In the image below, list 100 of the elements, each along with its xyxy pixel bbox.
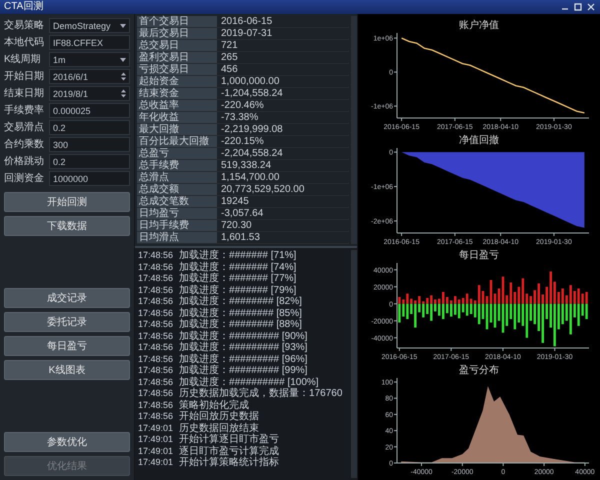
log-message: 加载进度：########## [100%] bbox=[179, 376, 319, 388]
field-label: 本地代码 bbox=[4, 36, 45, 49]
row-header: 总成交额 bbox=[137, 184, 217, 195]
table-cell-text: 456 bbox=[220, 64, 239, 75]
row-header: 总收益率 bbox=[137, 100, 217, 111]
dropdown[interactable]: 1m bbox=[49, 52, 130, 67]
row-header: 总成交笔数 bbox=[137, 196, 217, 207]
log-message: 加载进度：####### [71%] bbox=[179, 250, 296, 262]
log-message: 策略初始化完成 bbox=[179, 400, 250, 410]
scrollbar[interactable] bbox=[351, 250, 357, 478]
chart-title: 每日盈亏 bbox=[459, 250, 499, 261]
row-header: 总手续费 bbox=[137, 160, 217, 171]
log-time: 17:48:56 bbox=[138, 250, 174, 262]
log-time: 17:48:56 bbox=[138, 365, 174, 376]
log-message: 开始回放历史数据 bbox=[179, 411, 260, 422]
table-cell-text: -2,219,999.08 bbox=[220, 124, 284, 135]
log-time: 17:48:56 bbox=[138, 308, 174, 319]
log-time: 17:48:56 bbox=[138, 284, 174, 296]
window-title: CTA回测 bbox=[4, 1, 44, 13]
input-field[interactable]: 0.000025 bbox=[49, 103, 130, 118]
log-time: 17:48:56 bbox=[138, 273, 174, 284]
input-field[interactable]: 0.2 bbox=[49, 154, 130, 169]
table-cell-text: -2,204,558.24 bbox=[220, 148, 284, 159]
log-time: 17:48:56 bbox=[138, 296, 174, 308]
action-button[interactable]: 下载数据 bbox=[4, 216, 130, 236]
input-field[interactable]: 0.2 bbox=[49, 120, 130, 135]
log-message: 加载进度：######### [93%] bbox=[179, 342, 308, 354]
log-message: 加载进度：####### [79%] bbox=[179, 284, 296, 296]
table-cell-text: 2016-06-15 bbox=[220, 16, 274, 27]
log-message: 加载进度：######### [99%] bbox=[179, 365, 308, 376]
row-header: 总滑点 bbox=[137, 172, 217, 183]
log-time: 17:49:01 bbox=[138, 457, 174, 468]
action-button[interactable]: K线图表 bbox=[4, 360, 130, 380]
caret-icon bbox=[120, 24, 126, 28]
table-cell-text: -220.46% bbox=[220, 100, 265, 111]
row-header: 总盈亏 bbox=[137, 148, 217, 159]
date-field[interactable]: 2016/6/1 bbox=[49, 69, 130, 84]
log-message: 加载进度：####### [74%] bbox=[179, 262, 296, 272]
table-cell-text: 1,154,700.00 bbox=[220, 172, 280, 183]
log-time: 17:48:56 bbox=[138, 330, 174, 342]
log-message: 历史数据加载完成，数据量：176760 bbox=[179, 388, 342, 400]
log-time: 17:48:56 bbox=[138, 262, 174, 273]
action-button[interactable]: 委托记录 bbox=[4, 312, 130, 332]
table-cell-text: 20,773,529,520.00 bbox=[220, 184, 306, 195]
input-field[interactable]: 1000000 bbox=[49, 171, 130, 186]
input-field[interactable]: 300 bbox=[49, 137, 130, 152]
row-header: 结束资金 bbox=[137, 88, 217, 99]
table-cell-text: -220.15% bbox=[220, 136, 265, 147]
log-time: 17:48:56 bbox=[138, 319, 174, 330]
row-header: 日均盈亏 bbox=[137, 208, 217, 219]
table-cell-text: 1,000,000.00 bbox=[220, 76, 280, 87]
field-label: 价格跳动 bbox=[4, 155, 45, 168]
log-time: 17:49:01 bbox=[138, 422, 174, 434]
row-header: 年化收益 bbox=[137, 112, 217, 123]
field-label: 手续费率 bbox=[4, 104, 45, 117]
log-message: 加载进度：######## [88%] bbox=[179, 319, 302, 330]
log-time: 17:48:56 bbox=[138, 376, 174, 388]
log-message: 加载进度：######## [82%] bbox=[179, 296, 302, 308]
close-icon[interactable] bbox=[586, 2, 596, 12]
row-header: 起始资金 bbox=[137, 76, 217, 87]
log-time: 17:48:56 bbox=[138, 354, 174, 365]
dropdown[interactable]: DemoStrategy bbox=[49, 18, 130, 33]
row-header: 盈利交易日 bbox=[137, 52, 217, 63]
table-cell-text: 2019-07-31 bbox=[220, 28, 274, 39]
log-message: 加载进度：####### [77%] bbox=[179, 273, 296, 284]
table-cell-text: 519,338.24 bbox=[220, 160, 272, 171]
row-header: 日均手续费 bbox=[137, 220, 217, 231]
field-label: 合约乘数 bbox=[4, 138, 45, 151]
log-message: 开始计算逐日盯市盈亏 bbox=[179, 434, 280, 446]
scrollbar[interactable] bbox=[351, 16, 357, 244]
action-button[interactable]: 成交记录 bbox=[4, 288, 130, 308]
action-button[interactable]: 每日盈亏 bbox=[4, 336, 130, 356]
date-field[interactable]: 2019/8/1 bbox=[49, 86, 130, 101]
input-field[interactable]: IF88.CFFEX bbox=[49, 35, 130, 50]
log-time: 17:48:56 bbox=[138, 411, 174, 422]
row-header: 日均滑点 bbox=[137, 232, 217, 243]
log-time: 17:48:56 bbox=[138, 400, 174, 411]
field-label: 开始日期 bbox=[4, 70, 45, 83]
table-cell-text: 720.30 bbox=[220, 220, 253, 231]
spin-icon bbox=[121, 89, 126, 98]
row-header: 最大回撤 bbox=[137, 124, 217, 135]
table-cell-text: 19245 bbox=[220, 196, 250, 207]
field-label: 回测资金 bbox=[4, 172, 45, 185]
caret-icon bbox=[120, 58, 126, 62]
row-header: 首个交易日 bbox=[137, 16, 217, 27]
maximize-icon[interactable] bbox=[573, 2, 583, 12]
table-cell-text: -73.38% bbox=[220, 112, 260, 123]
action-button[interactable]: 开始回测 bbox=[4, 192, 130, 212]
table-cell-text: 265 bbox=[220, 52, 239, 63]
table-cell-text: 1,601.53 bbox=[220, 232, 261, 243]
action-button[interactable]: 参数优化 bbox=[4, 432, 130, 452]
chart-title: 账户净值 bbox=[459, 20, 499, 31]
chart-title: 净值回撤 bbox=[459, 135, 499, 146]
log-time: 17:48:56 bbox=[138, 342, 174, 354]
log-message: 逐日盯市盈亏计算完成 bbox=[179, 446, 280, 456]
field-label: 交易策略 bbox=[4, 19, 45, 32]
field-label: 结束日期 bbox=[4, 87, 45, 100]
spin-icon bbox=[121, 72, 126, 81]
log-message: 加载进度：######## [85%] bbox=[179, 308, 302, 318]
field-label: 交易滑点 bbox=[4, 121, 45, 134]
